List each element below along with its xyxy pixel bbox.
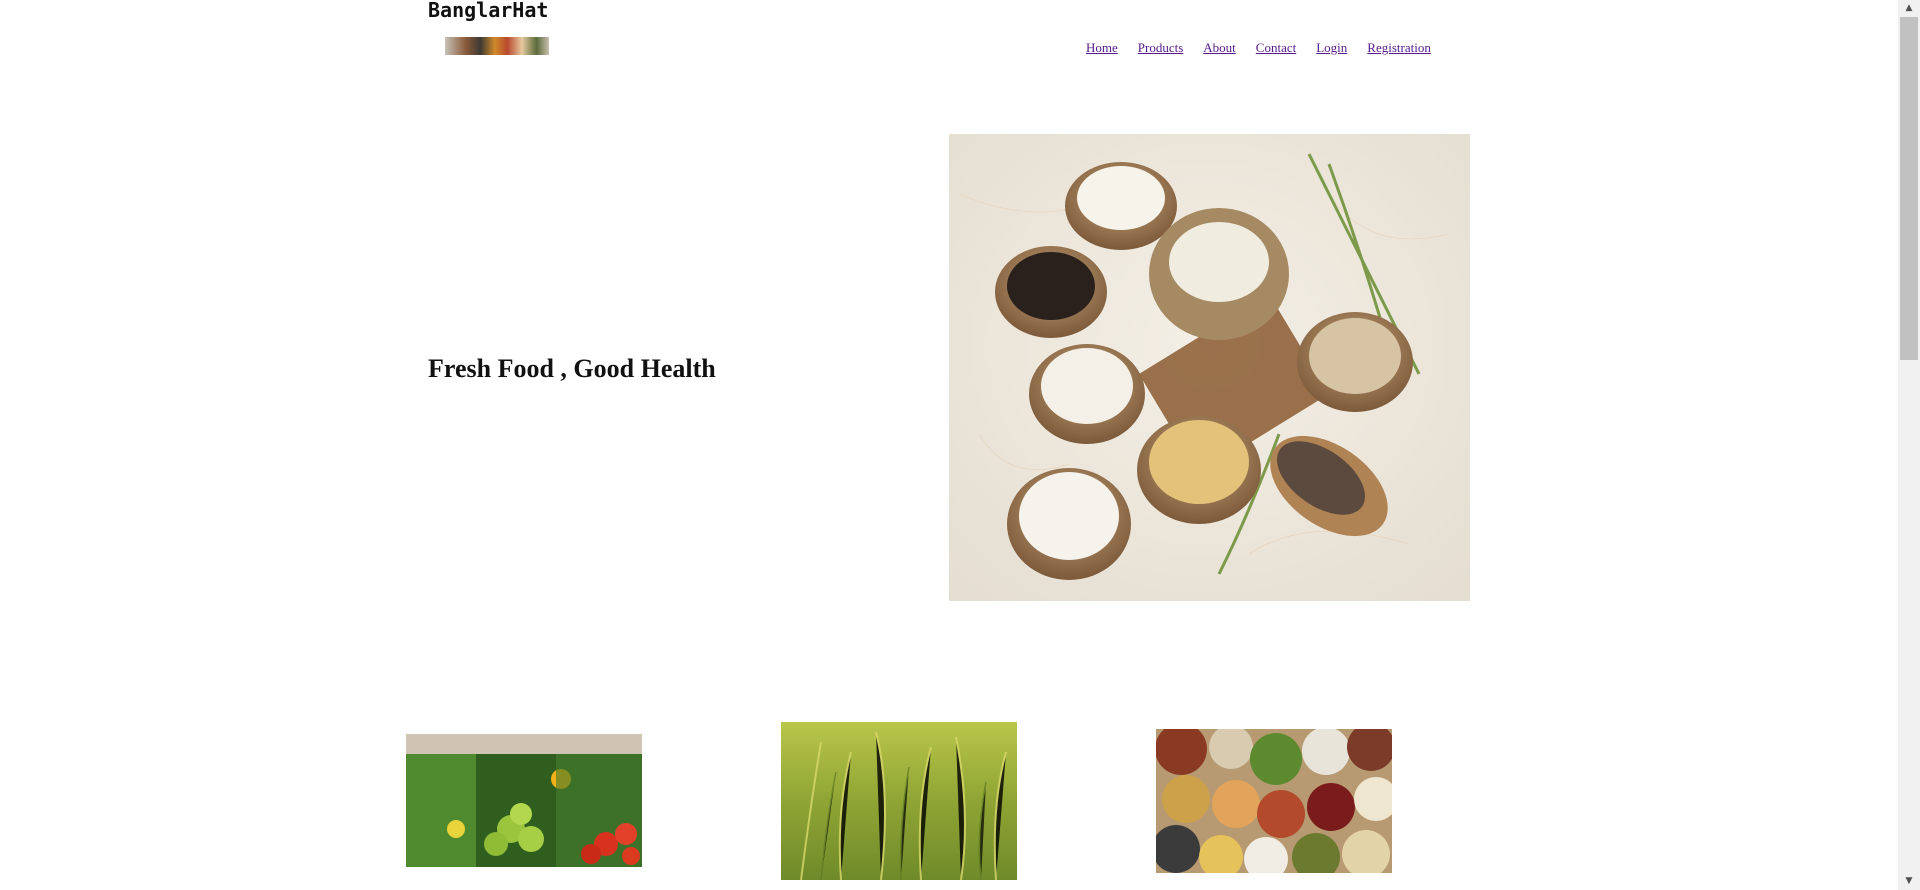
nav-about-link[interactable]: About [1203, 40, 1236, 55]
nav-login-link[interactable]: Login [1316, 40, 1347, 55]
nav-registration-link[interactable]: Registration [1367, 40, 1431, 55]
scroll-up-icon[interactable]: ▲ [1898, 0, 1920, 17]
hero-rice-bowls-image [949, 134, 1470, 601]
logo-image [445, 37, 549, 55]
main-nav: Home Products About Contact Login Regist… [1086, 40, 1451, 55]
scroll-down-icon[interactable]: ▼ [1898, 873, 1920, 890]
nav-products-link[interactable]: Products [1138, 40, 1184, 55]
scrollbar-thumb[interactable] [1900, 17, 1918, 360]
vegetables-thumbnail [406, 734, 642, 867]
nav-home-link[interactable]: Home [1086, 40, 1118, 55]
nav-contact-link[interactable]: Contact [1256, 40, 1296, 55]
brand-title: BanglarHat [428, 0, 549, 22]
hero-tagline: Fresh Food , Good Health [428, 354, 716, 383]
pulses-thumbnail [1156, 729, 1392, 873]
paddy-field-thumbnail [781, 722, 1017, 880]
